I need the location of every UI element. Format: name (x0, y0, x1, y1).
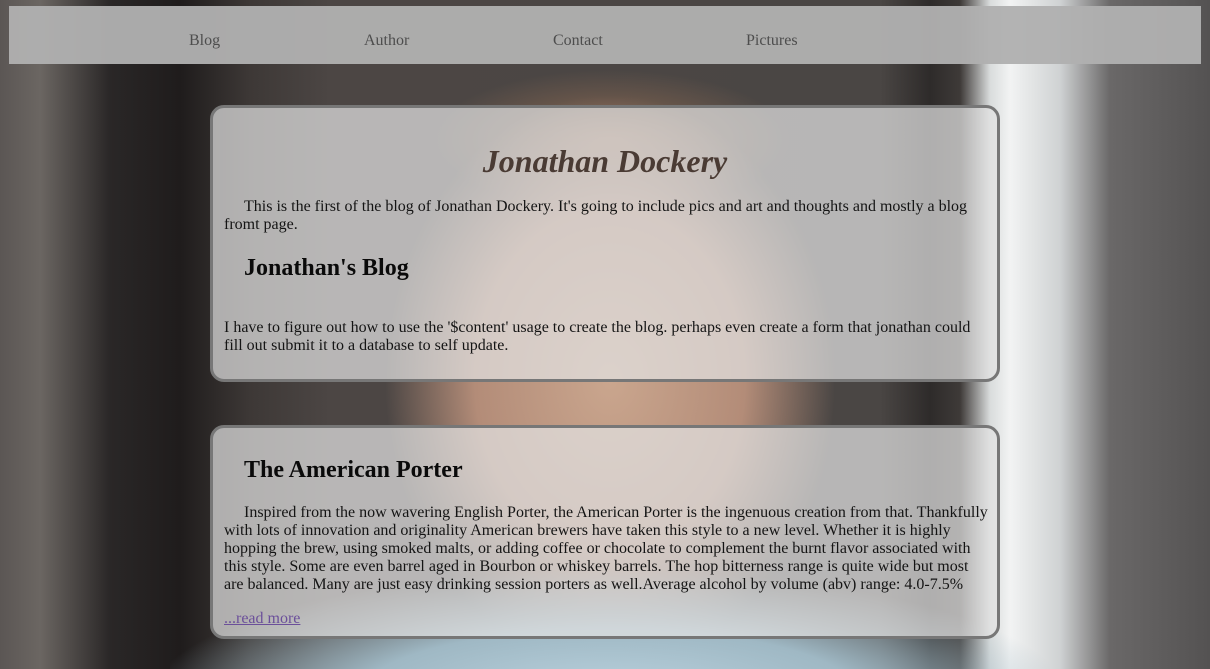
nav-link-pictures[interactable]: Pictures (746, 32, 798, 50)
post-body: Inspired from the now wavering English P… (224, 504, 988, 593)
site-title: Jonathan Dockery (482, 143, 728, 179)
intro-description: This is the first of the blog of Jonatha… (224, 198, 968, 233)
read-more-link[interactable]: ...read more (224, 610, 300, 628)
nav-link-contact[interactable]: Contact (553, 32, 603, 50)
nav-link-author[interactable]: Author (364, 32, 409, 50)
post-heading: The American Porter (244, 457, 463, 483)
intro-panel: Jonathan Dockery This is the first of th… (210, 105, 1000, 382)
top-nav: Blog Author Contact Pictures (9, 6, 1201, 64)
blog-text: I have to figure out how to use the '$co… (224, 319, 971, 354)
blog-heading: Jonathan's Blog (244, 255, 409, 281)
post-panel: The American Porter Inspired from the no… (210, 425, 1000, 639)
nav-link-blog[interactable]: Blog (189, 32, 220, 50)
